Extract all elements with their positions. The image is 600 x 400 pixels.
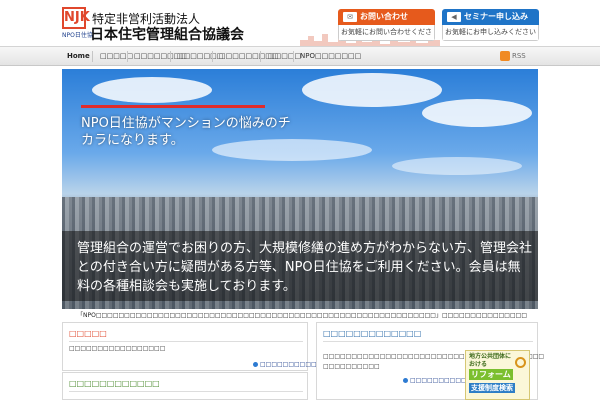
nav-item-1[interactable]: □□□□□ [100, 47, 133, 65]
banner-line1a: 地方公共団体に [469, 353, 512, 360]
contact-label: お問い合わせ [360, 12, 408, 21]
banner-line3: 支援制度検索 [469, 383, 515, 393]
nav-item-home[interactable]: Home [67, 47, 90, 65]
rss-link[interactable]: RSS [512, 47, 526, 65]
news-box-text: □□□□□□□□□□□□□□□□□ [69, 345, 166, 352]
rss-icon[interactable] [500, 51, 510, 61]
hero-headline: NPO日住協がマンションの悩みのチカラになります。 [81, 116, 291, 148]
nav-divider [92, 51, 93, 62]
info-box: □□□□□□□□□□□□ [62, 372, 308, 400]
contact-button[interactable]: ✉ お問い合わせ お気軽にお問い合わせください [338, 9, 435, 41]
arrow-bullet-icon [403, 378, 408, 383]
page: NJK NPO日住協 特定非営利活動法人 日本住宅管理組合協議会 ✉ お問い合わ… [0, 0, 600, 400]
hero-image: NPO日住協がマンションの悩みのチカラになります。 管理組合の運営でお困りの方、… [62, 69, 538, 309]
nav-item-6[interactable]: NPO□□□□□□□ [300, 47, 361, 65]
cloud [92, 77, 212, 103]
nav-divider [212, 51, 213, 62]
nav-divider [260, 51, 261, 62]
banner-line2: リフォーム [469, 369, 513, 380]
seminar-sublabel: お気軽にお申し込みください [442, 25, 539, 41]
news-box-title: □□□□□ [69, 329, 107, 338]
site-header: NJK NPO日住協 特定非営利活動法人 日本住宅管理組合協議会 ✉ お問い合わ… [0, 0, 600, 46]
divider [69, 391, 303, 392]
contact-sublabel: お気軽にお問い合わせください [338, 25, 435, 41]
nav-item-5[interactable]: □□□□□ [268, 47, 301, 65]
consultation-box-text: □□□□□□□□□□ [323, 363, 380, 370]
news-box: □□□□□ □□□□□□□□□□□□□□□□□ □□□□□□□□□□□□ [62, 322, 328, 371]
org-name[interactable]: 日本住宅管理組合協議会 [90, 24, 244, 44]
cloud [392, 157, 522, 175]
arrow-bullet-icon [253, 362, 258, 367]
logo-mark: NJK [62, 7, 90, 29]
notice-line: 「NPO□□□□□□□□□□□□□□□□□□□□□□□□□□□□□□□□□□□□… [76, 312, 527, 319]
divider [323, 341, 533, 342]
mail-icon: ✉ [343, 12, 357, 22]
consultation-box-title: □□□□□□□□□□□□□ [323, 329, 422, 338]
nav-divider [170, 51, 171, 62]
logo-subtitle: NPO日住協 [62, 32, 93, 39]
divider [69, 341, 303, 342]
banner-line1b: おける [469, 361, 488, 368]
seminar-label: セミナー申し込み [464, 12, 528, 21]
cloud [422, 99, 532, 127]
nav-divider [127, 51, 128, 62]
site-logo[interactable]: NJK NPO日住協 [62, 7, 93, 39]
cloud [302, 73, 442, 107]
banner-line1: 地方公共団体に おける [469, 353, 511, 369]
hero-description: 管理組合の運営でお困りの方、大規模修繕の進め方がわからない方、管理会社との付き合… [77, 241, 533, 294]
headline-accent-line [81, 105, 265, 108]
nav-divider [293, 51, 294, 62]
info-box-title: □□□□□□□□□□□□ [69, 379, 160, 388]
reform-support-search-banner[interactable]: 地方公共団体に おける リフォーム 支援制度検索 [465, 350, 530, 400]
megaphone-icon: ◀ [447, 12, 461, 22]
magnifier-icon [515, 357, 526, 368]
main-nav: Home □□□□□ □□□□□□□□ □□□□□□□ □□□□□□□□□ □□… [0, 46, 600, 66]
nav-item-3[interactable]: □□□□□□□ [177, 47, 223, 65]
seminar-signup-button[interactable]: ◀ セミナー申し込み お気軽にお申し込みください [442, 9, 539, 41]
